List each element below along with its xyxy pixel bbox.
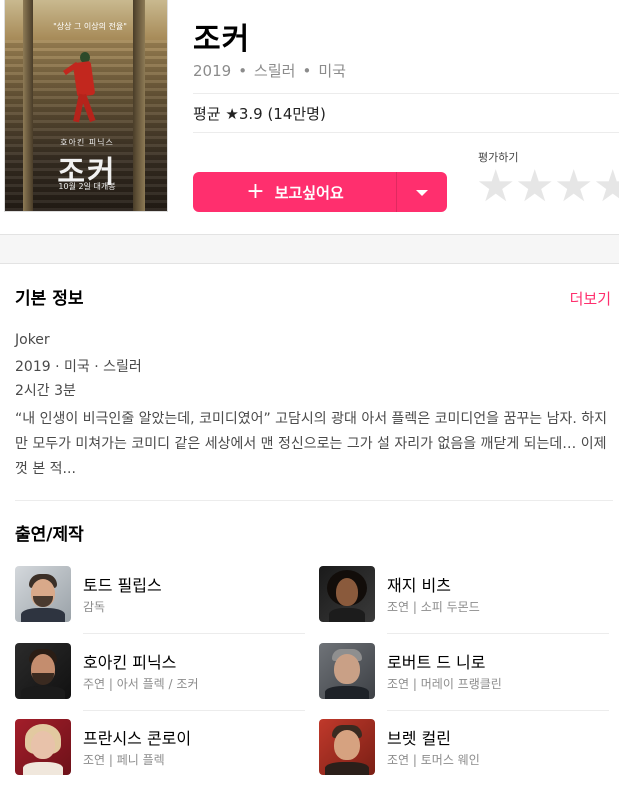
divider	[83, 710, 305, 711]
divider	[83, 633, 305, 634]
cast-role: 조연 | 소피 두몬드	[387, 600, 480, 614]
cast-item[interactable]: 로버트 드 니로 조연 | 머레이 프랭클린	[319, 643, 609, 713]
section-separator-band	[0, 234, 619, 264]
average-rating: 평균 ★3.9 (14만명)	[193, 105, 326, 123]
avatar	[15, 566, 71, 622]
year-country-genre: 2019 · 미국 · 스릴러	[15, 359, 142, 375]
movie-poster[interactable]: "상상 그 이상의 전율" 호아킨 피닉스 조커 10월 2일 대개봉	[4, 0, 168, 212]
cast-item[interactable]: 호아킨 피닉스 주연 | 아서 플렉 / 조커	[15, 643, 305, 713]
avatar	[319, 566, 375, 622]
cast-role: 조연 | 머레이 프랭클린	[387, 677, 502, 691]
cast-name: 브렛 컬린	[387, 729, 451, 748]
cast-role: 조연 | 토머스 웨인	[387, 753, 480, 767]
meta-dot: •	[238, 62, 248, 80]
meta-dot: •	[302, 62, 312, 80]
divider	[193, 132, 619, 133]
cast-role: 감독	[83, 600, 106, 614]
cast-item[interactable]: 토드 필립스 감독	[15, 566, 305, 636]
cast-name: 로버트 드 니로	[387, 653, 486, 672]
synopsis: “내 인생이 비극인줄 알았는데, 코미디였어” 고담시의 광대 아서 플렉은 …	[15, 411, 608, 477]
movie-country: 미국	[318, 62, 346, 80]
rate-label: 평가하기	[478, 151, 519, 164]
cast-role: 조연 | 페니 플렉	[83, 753, 165, 767]
avatar	[319, 719, 375, 775]
star-icon[interactable]: ★	[593, 164, 619, 210]
cast-item[interactable]: 프란시스 콘로이 조연 | 페니 플렉	[15, 719, 305, 789]
divider	[193, 93, 619, 94]
movie-meta: 2019 • 스릴러 • 미국	[193, 60, 346, 81]
cast-title: 출연/제작	[15, 525, 84, 545]
want-to-watch-button[interactable]: + 보고싶어요	[193, 172, 397, 212]
divider	[15, 500, 613, 501]
caret-down-icon	[416, 190, 428, 196]
poster-release: 10월 2일 대개봉	[58, 182, 116, 191]
movie-title: 조커	[193, 22, 251, 57]
divider	[387, 633, 609, 634]
cast-role: 주연 | 아서 플렉 / 조커	[83, 677, 199, 691]
avatar	[15, 643, 71, 699]
rating-stars: ★★★★	[476, 164, 619, 210]
avatar	[319, 643, 375, 699]
divider	[387, 710, 609, 711]
poster-figure	[63, 52, 97, 124]
star-icon[interactable]: ★	[476, 164, 515, 210]
original-title: Joker	[15, 332, 50, 348]
star-icon[interactable]: ★	[554, 164, 593, 210]
want-to-watch-label: 보고싶어요	[274, 183, 344, 202]
avatar	[15, 719, 71, 775]
movie-year: 2019	[193, 62, 232, 80]
cast-name: 호아킨 피닉스	[83, 653, 177, 672]
poster-tagline: "상상 그 이상의 전율"	[53, 22, 127, 31]
want-dropdown-button[interactable]	[397, 172, 447, 212]
cast-name: 토드 필립스	[83, 576, 162, 595]
runtime: 2시간 3분	[15, 383, 76, 399]
more-link[interactable]: 더보기	[570, 288, 611, 309]
star-icon[interactable]: ★	[515, 164, 554, 210]
cast-item[interactable]: 재지 비츠 조연 | 소피 두몬드	[319, 566, 609, 636]
want-to-watch-button-group: + 보고싶어요	[193, 172, 447, 212]
cast-name: 프란시스 콘로이	[83, 729, 192, 748]
cast-name: 재지 비츠	[387, 576, 451, 595]
movie-genre: 스릴러	[254, 62, 296, 80]
basic-info-title: 기본 정보	[15, 289, 84, 309]
plus-icon: +	[246, 179, 265, 204]
cast-item[interactable]: 브렛 컬린 조연 | 토머스 웨인	[319, 719, 609, 789]
movie-header: "상상 그 이상의 전율" 호아킨 피닉스 조커 10월 2일 대개봉 조커 2…	[0, 0, 619, 234]
